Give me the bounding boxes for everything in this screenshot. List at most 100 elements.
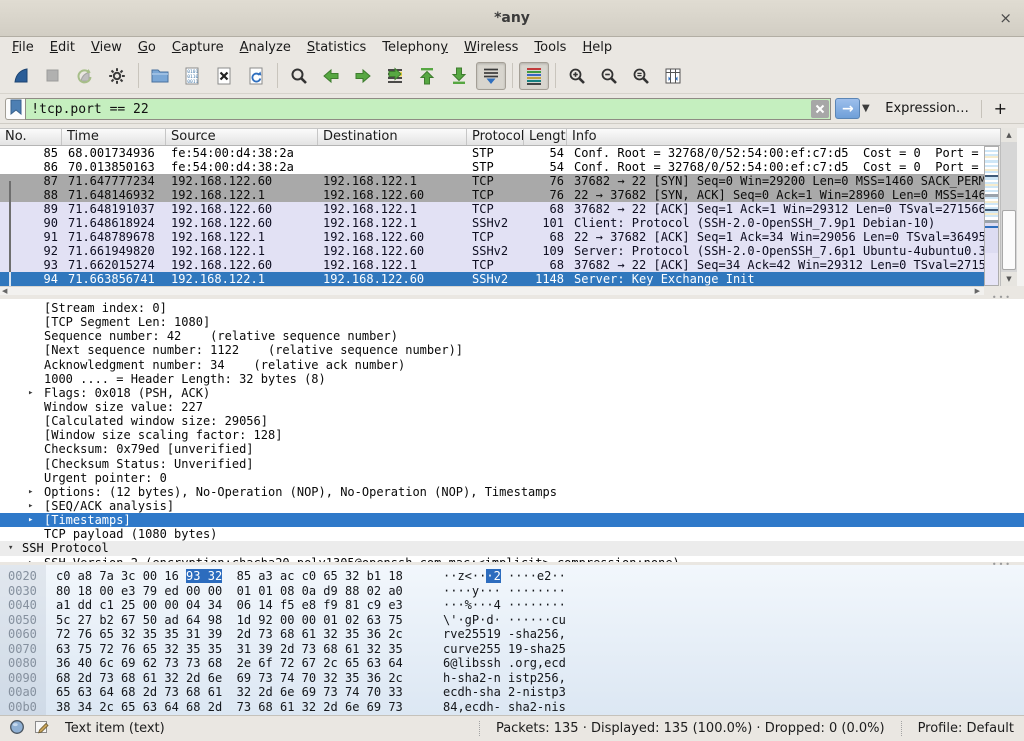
packet-row[interactable]: 9471.663856741192.168.122.1192.168.122.6… xyxy=(0,272,984,286)
go-first-button[interactable] xyxy=(412,62,442,90)
close-window-icon[interactable]: × xyxy=(999,9,1012,27)
resize-columns-button[interactable] xyxy=(658,62,688,90)
profile-button[interactable]: Profile: Default xyxy=(904,721,1024,736)
detail-line[interactable]: [Next sequence number: 1122 (relative se… xyxy=(0,343,1024,357)
packet-row[interactable]: 9071.648618924192.168.122.60192.168.122.… xyxy=(0,216,984,230)
start-capture-button[interactable] xyxy=(6,62,36,90)
open-file-button[interactable] xyxy=(145,62,175,90)
column-header-length[interactable]: Length xyxy=(524,129,567,145)
expert-info-icon[interactable] xyxy=(9,719,25,739)
detail-line[interactable]: Urgent pointer: 0 xyxy=(0,471,1024,485)
packet-list-vscrollbar[interactable]: ▲ ▼ xyxy=(1000,128,1017,286)
capture-options-button[interactable] xyxy=(102,62,132,90)
menu-item-analyze[interactable]: Analyze xyxy=(232,39,299,56)
detail-line[interactable]: Window size value: 227 xyxy=(0,400,1024,414)
column-header-protocol[interactable]: Protocol xyxy=(467,129,524,145)
hex-row[interactable]: 003080 18 00 e3 79 ed 00 00 01 01 08 0a … xyxy=(0,584,1024,599)
scroll-down-icon[interactable]: ▼ xyxy=(1001,272,1017,286)
hex-row[interactable]: 007063 75 72 76 65 32 35 35 31 39 2d 73 … xyxy=(0,642,1024,657)
go-last-button[interactable] xyxy=(444,62,474,90)
capture-comment-icon[interactable] xyxy=(34,719,50,739)
expand-arrow-icon[interactable]: ▸ xyxy=(28,499,33,513)
packet-row[interactable]: 8670.013850163fe:54:00:d4:38:2aSTP54Conf… xyxy=(0,160,984,174)
packet-row[interactable]: 8871.648146932192.168.122.1192.168.122.6… xyxy=(0,188,984,202)
detail-line[interactable]: 1000 .... = Header Length: 32 bytes (8) xyxy=(0,372,1024,386)
hex-row[interactable]: 0040a1 dd c1 25 00 00 04 34 06 14 f5 e8 … xyxy=(0,598,1024,613)
scroll-up-icon[interactable]: ▲ xyxy=(1001,128,1017,142)
column-header-info[interactable]: Info xyxy=(567,129,1024,145)
hex-row[interactable]: 008036 40 6c 69 62 73 73 68 2e 6f 72 67 … xyxy=(0,656,1024,671)
apply-filter-button[interactable]: → xyxy=(835,98,860,119)
restart-capture-button[interactable] xyxy=(70,62,100,90)
column-header-time[interactable]: Time xyxy=(62,129,166,145)
packet-row[interactable]: 9271.661949820192.168.122.1192.168.122.6… xyxy=(0,244,984,258)
expand-arrow-icon[interactable]: ▸ xyxy=(28,485,33,499)
detail-line[interactable]: Sequence number: 42 (relative sequence n… xyxy=(0,329,1024,343)
detail-line[interactable]: [Stream index: 0] xyxy=(0,301,1024,315)
save-file-button[interactable]: 010101100011 xyxy=(177,62,207,90)
scroll-right-icon[interactable]: ▶ xyxy=(975,287,980,295)
expression-button[interactable]: Expression… xyxy=(871,101,981,116)
go-to-packet-button[interactable] xyxy=(380,62,410,90)
hex-row[interactable]: 00505c 27 b2 67 50 ad 64 98 1d 92 00 00 … xyxy=(0,613,1024,628)
zoom-in-button[interactable] xyxy=(562,62,592,90)
vscroll-thumb[interactable] xyxy=(1002,210,1016,270)
close-file-button[interactable] xyxy=(209,62,239,90)
display-filter-input[interactable] xyxy=(25,98,831,120)
detail-line[interactable]: TCP payload (1080 bytes) xyxy=(0,527,1024,541)
find-packet-button[interactable] xyxy=(284,62,314,90)
packet-row[interactable]: 8971.648191037192.168.122.60192.168.122.… xyxy=(0,202,984,216)
detail-line[interactable]: [TCP Segment Len: 1080] xyxy=(0,315,1024,329)
packet-row[interactable]: 9371.662015274192.168.122.60192.168.122.… xyxy=(0,258,984,272)
column-header-no[interactable]: No. xyxy=(0,129,62,145)
column-header-destination[interactable]: Destination xyxy=(318,129,467,145)
detail-line[interactable]: [Window size scaling factor: 128] xyxy=(0,428,1024,442)
zoom-reset-button[interactable] xyxy=(626,62,656,90)
menu-item-help[interactable]: Help xyxy=(574,39,620,56)
menu-item-edit[interactable]: Edit xyxy=(42,39,83,56)
menu-item-capture[interactable]: Capture xyxy=(164,39,232,56)
hex-row[interactable]: 009068 2d 73 68 61 32 2d 6e 69 73 74 70 … xyxy=(0,671,1024,686)
hex-row[interactable]: 00a065 63 64 68 2d 73 68 61 32 2d 6e 69 … xyxy=(0,685,1024,700)
packet-list-hscrollbar[interactable]: ◀ ▶ xyxy=(0,286,984,295)
zoom-out-button[interactable] xyxy=(594,62,624,90)
clear-filter-button[interactable] xyxy=(811,100,829,118)
column-header-source[interactable]: Source xyxy=(166,129,318,145)
detail-line[interactable]: [Calculated window size: 29056] xyxy=(0,414,1024,428)
detail-line[interactable]: ▾SSH Protocol xyxy=(0,541,1024,555)
stop-capture-button[interactable] xyxy=(38,62,68,90)
detail-line[interactable]: Acknowledgment number: 34 (relative ack … xyxy=(0,358,1024,372)
detail-line[interactable]: [Checksum Status: Unverified] xyxy=(0,457,1024,471)
packet-row[interactable]: 9171.648789678192.168.122.1192.168.122.6… xyxy=(0,230,984,244)
menu-item-file[interactable]: File xyxy=(4,39,42,56)
colorize-button[interactable] xyxy=(519,62,549,90)
hex-row[interactable]: 00b038 34 2c 65 63 64 68 2d 73 68 61 32 … xyxy=(0,700,1024,715)
add-filter-button[interactable]: + xyxy=(982,99,1019,118)
menu-item-go[interactable]: Go xyxy=(130,39,164,56)
detail-line[interactable]: ▸[Timestamps] xyxy=(0,513,1024,527)
intelligent-scrollbar-minimap[interactable] xyxy=(984,146,999,286)
menu-item-wireless[interactable]: Wireless xyxy=(456,39,526,56)
hex-row[interactable]: 006072 76 65 32 35 35 31 39 2d 73 68 61 … xyxy=(0,627,1024,642)
auto-scroll-button[interactable] xyxy=(476,62,506,90)
hex-row[interactable]: 0020c0 a8 7a 3c 00 16 93 32 85 a3 ac c0 … xyxy=(0,569,1024,584)
go-back-button[interactable] xyxy=(316,62,346,90)
detail-line[interactable]: ▸[SEQ/ACK analysis] xyxy=(0,499,1024,513)
collapse-arrow-icon[interactable]: ▾ xyxy=(8,541,13,555)
menu-item-tools[interactable]: Tools xyxy=(526,39,574,56)
filter-dropdown-caret-icon[interactable]: ▼ xyxy=(860,103,871,114)
reload-file-button[interactable] xyxy=(241,62,271,90)
packet-row[interactable]: 8771.647777234192.168.122.60192.168.122.… xyxy=(0,174,984,188)
filter-bookmark-button[interactable] xyxy=(5,98,25,120)
packet-row[interactable]: 8568.001734936fe:54:00:d4:38:2aSTP54Conf… xyxy=(0,146,984,160)
go-forward-button[interactable] xyxy=(348,62,378,90)
detail-line[interactable]: ▸Options: (12 bytes), No-Operation (NOP)… xyxy=(0,485,1024,499)
scroll-left-icon[interactable]: ◀ xyxy=(2,287,7,295)
detail-line[interactable]: Checksum: 0x79ed [unverified] xyxy=(0,442,1024,456)
menu-item-view[interactable]: View xyxy=(83,39,130,56)
expand-arrow-icon[interactable]: ▸ xyxy=(28,513,33,527)
menu-item-telephony[interactable]: Telephony xyxy=(374,39,456,56)
menu-item-statistics[interactable]: Statistics xyxy=(299,39,374,56)
expand-arrow-icon[interactable]: ▸ xyxy=(28,386,33,400)
detail-line[interactable]: ▸Flags: 0x018 (PSH, ACK) xyxy=(0,386,1024,400)
